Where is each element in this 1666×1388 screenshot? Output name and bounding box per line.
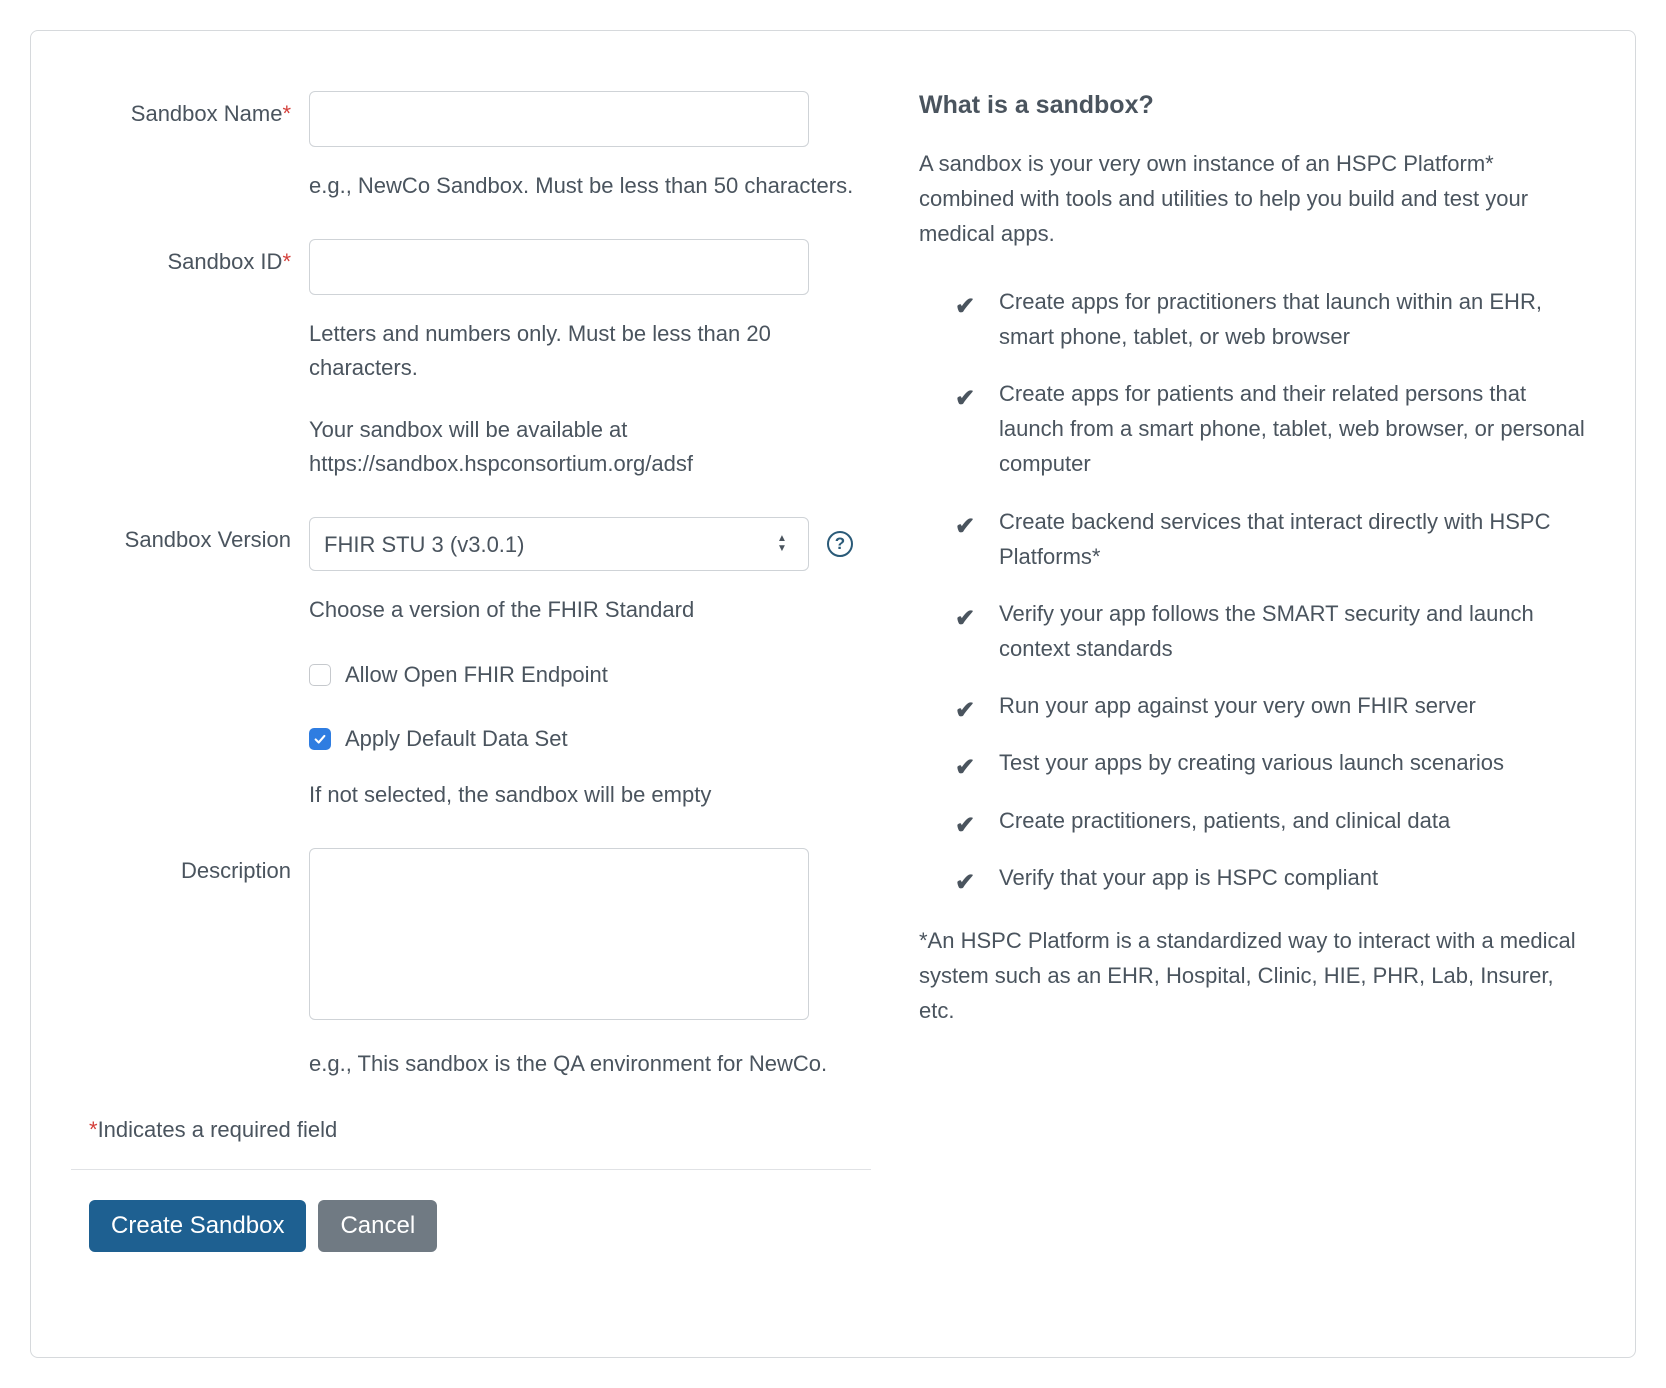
info-panel: What is a sandbox? A sandbox is your ver… (919, 91, 1595, 1252)
sandbox-id-url-preview: Your sandbox will be available at https:… (309, 413, 869, 481)
footer-divider (71, 1169, 871, 1170)
sandbox-name-label: Sandbox Name* (71, 91, 309, 127)
info-bullet-text: Create practitioners, patients, and clin… (999, 808, 1450, 833)
check-icon: ✔ (955, 692, 975, 730)
info-bullet-item: ✔Test your apps by creating various laun… (955, 745, 1595, 780)
description-label: Description (71, 848, 309, 884)
info-platform-note: *An HSPC Platform is a standardized way … (919, 923, 1595, 1029)
description-hint: e.g., This sandbox is the QA environment… (309, 1047, 869, 1081)
apply-default-dataset-label: Apply Default Data Set (345, 726, 568, 752)
check-icon: ✔ (955, 749, 975, 787)
info-bullet-list: ✔ Create apps for practitioners that laun… (919, 284, 1595, 895)
apply-default-dataset-checkbox[interactable] (309, 728, 331, 750)
sandbox-name-hint: e.g., NewCo Sandbox. Must be less than 5… (309, 169, 869, 203)
info-bullet-text: Create apps for patients and their relat… (999, 381, 1585, 476)
sandbox-version-hint: Choose a version of the FHIR Standard (309, 593, 869, 627)
create-sandbox-button[interactable]: Create Sandbox (89, 1200, 306, 1252)
info-bullet-text: Run your app against your very own FHIR … (999, 693, 1476, 718)
check-icon (313, 732, 327, 746)
info-intro: A sandbox is your very own instance of a… (919, 146, 1595, 252)
sandbox-version-label: Sandbox Version (71, 517, 309, 553)
sandbox-version-select[interactable]: FHIR STU 3 (v3.0.1) (309, 517, 809, 571)
check-icon: ✔ (955, 380, 975, 418)
info-bullet-text: Verify that your app is HSPC compliant (999, 865, 1378, 890)
sandbox-name-input[interactable] (309, 91, 809, 147)
info-bullet-item: ✔ Verify your app follows the SMART secur… (955, 596, 1595, 666)
info-bullet-item: ✔Run your app against your very own FHIR… (955, 688, 1595, 723)
allow-open-endpoint-checkbox[interactable] (309, 664, 331, 686)
create-sandbox-form: Sandbox Name* e.g., NewCo Sandbox. Must … (71, 91, 871, 1252)
check-icon: ✔ (955, 864, 975, 902)
sandbox-id-label: Sandbox ID* (71, 239, 309, 275)
info-bullet-text: Verify your app follows the SMART securi… (999, 601, 1534, 661)
sandbox-id-input[interactable] (309, 239, 809, 295)
description-textarea[interactable] (309, 848, 809, 1020)
info-bullet-item: ✔ Create backend services that interact d… (955, 504, 1595, 574)
info-bullet-item: ✔ Create apps for patients and their rela… (955, 376, 1595, 482)
info-bullet-text: Create apps for practitioners that launc… (999, 289, 1542, 349)
help-icon[interactable]: ? (827, 531, 853, 557)
info-bullet-text: Test your apps by creating various launc… (999, 750, 1504, 775)
check-icon: ✔ (955, 807, 975, 845)
allow-open-endpoint-label: Allow Open FHIR Endpoint (345, 662, 608, 688)
info-bullet-item: ✔Verify that your app is HSPC compliant (955, 860, 1595, 895)
create-sandbox-panel: Sandbox Name* e.g., NewCo Sandbox. Must … (30, 30, 1636, 1358)
check-icon: ✔ (955, 600, 975, 638)
sandbox-id-hint: Letters and numbers only. Must be less t… (309, 317, 869, 385)
check-icon: ✔ (955, 508, 975, 546)
info-bullet-item: ✔ Create apps for practitioners that laun… (955, 284, 1595, 354)
info-bullet-item: ✔Create practitioners, patients, and cli… (955, 803, 1595, 838)
check-icon: ✔ (955, 288, 975, 326)
info-bullet-text: Create backend services that interact di… (999, 509, 1550, 569)
required-footnote: *Indicates a required field (89, 1117, 871, 1143)
cancel-button[interactable]: Cancel (318, 1200, 437, 1252)
info-title: What is a sandbox? (919, 91, 1595, 120)
apply-default-dataset-hint: If not selected, the sandbox will be emp… (309, 778, 869, 812)
